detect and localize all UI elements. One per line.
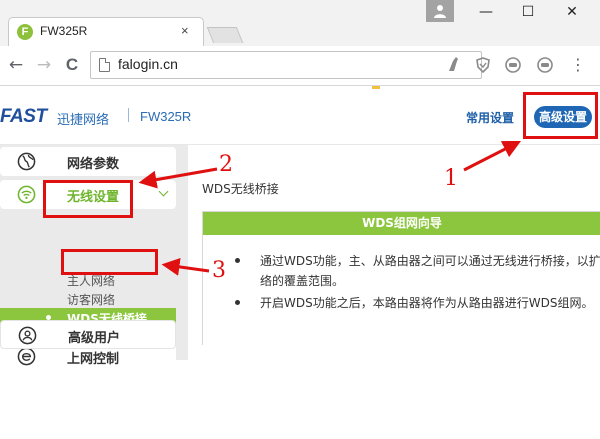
arrow-1 xyxy=(463,140,522,172)
arrow-3 xyxy=(161,257,210,276)
annotation-arrows xyxy=(138,140,522,276)
arrow-2 xyxy=(138,167,218,189)
